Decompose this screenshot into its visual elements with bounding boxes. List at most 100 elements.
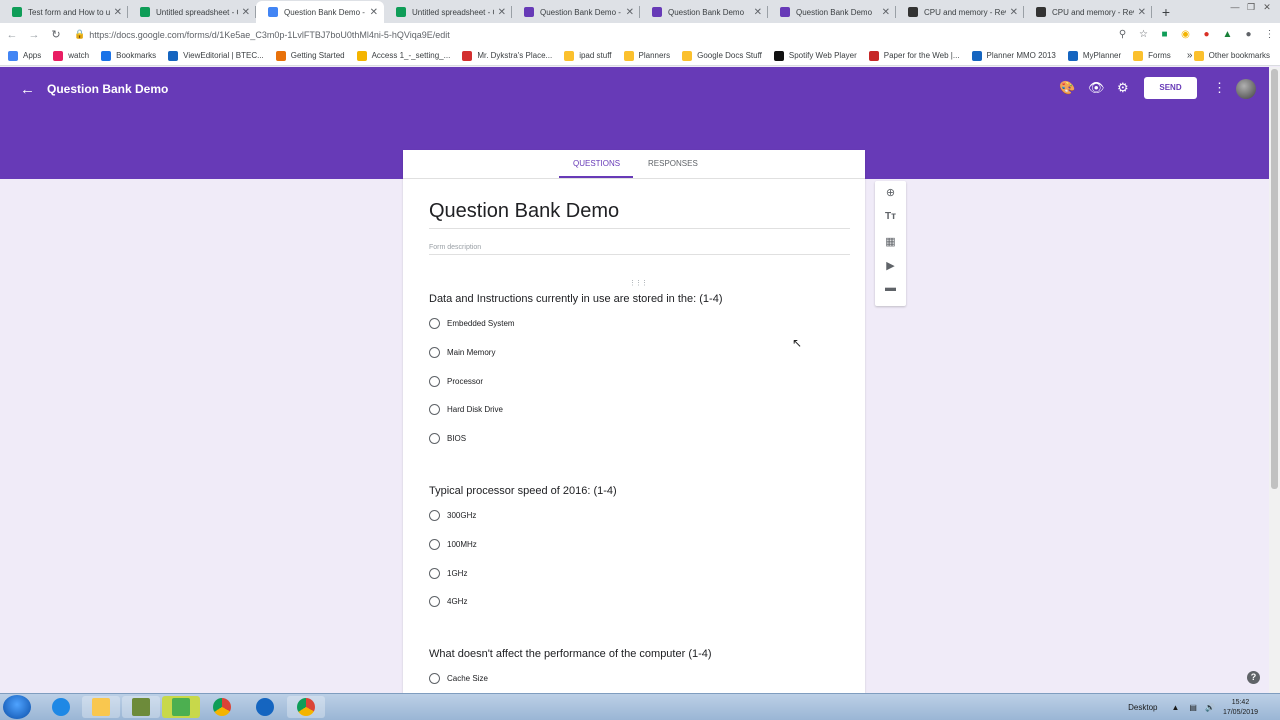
tab-close-icon[interactable]: ✕ xyxy=(754,7,762,18)
tab-responses[interactable]: RESPONSES xyxy=(648,159,698,168)
browser-tab[interactable]: Test form and How to u ✕ xyxy=(0,1,128,23)
form-description-input[interactable]: Form description xyxy=(429,244,481,251)
bookmark-item[interactable]: Paper for the Web |... xyxy=(868,50,960,61)
minimize-icon[interactable]: — xyxy=(1228,1,1242,13)
bookmark-item[interactable]: Access 1_-_setting_... xyxy=(356,50,450,61)
forward-nav-icon[interactable]: → xyxy=(24,29,44,41)
settings-gear-icon[interactable]: ⚙ xyxy=(1117,80,1129,96)
tab-close-icon[interactable]: ✕ xyxy=(242,7,250,18)
close-window-icon[interactable]: ✕ xyxy=(1260,1,1274,13)
question-text[interactable]: Typical processor speed of 2016: (1-4) xyxy=(429,485,617,497)
taskbar-explorer-icon[interactable] xyxy=(82,696,120,718)
radio-option[interactable]: BIOS xyxy=(429,433,466,445)
browser-tab[interactable]: Untitled spreadsheet - G ✕ xyxy=(128,1,256,23)
network-icon[interactable]: ▤ xyxy=(1189,703,1197,712)
radio-option[interactable]: 4GHz xyxy=(429,596,467,608)
back-nav-icon[interactable]: ← xyxy=(2,29,22,41)
radio-option[interactable]: Embedded System xyxy=(429,318,515,329)
profile-icon[interactable]: ● xyxy=(1238,29,1259,40)
extension-chrome-icon[interactable]: ◉ xyxy=(1175,29,1196,40)
back-arrow-icon[interactable]: ← xyxy=(20,81,35,98)
tray-expand-icon[interactable]: ▲ xyxy=(1172,703,1180,712)
radio-button-icon[interactable] xyxy=(429,673,440,684)
question-text[interactable]: What doesn't affect the performance of t… xyxy=(429,648,712,660)
extension-red-icon[interactable]: ● xyxy=(1196,29,1217,40)
browser-tab[interactable]: Question Bank Demo ✕ xyxy=(640,1,768,23)
tab-close-icon[interactable]: ✕ xyxy=(626,7,634,18)
radio-button-icon[interactable] xyxy=(429,567,440,579)
radio-button-icon[interactable] xyxy=(429,510,440,521)
taskbar-chrome-active-icon[interactable] xyxy=(287,696,325,718)
radio-button-icon[interactable] xyxy=(429,346,440,358)
browser-tab[interactable]: Question Bank Demo - G ✕ xyxy=(256,1,384,23)
clock[interactable]: 15:42 17/05/2019 xyxy=(1223,698,1258,718)
tab-close-icon[interactable]: ✕ xyxy=(114,7,122,18)
bookmarks-more-icon[interactable]: » xyxy=(1187,50,1193,61)
taskbar-app-icon[interactable] xyxy=(122,696,160,718)
taskbar-ie-icon[interactable] xyxy=(42,696,80,718)
page-scrollbar[interactable] xyxy=(1269,67,1280,693)
taskbar-green-app-icon[interactable] xyxy=(162,696,200,718)
bookmark-item[interactable]: Planners xyxy=(623,50,670,61)
radio-button-icon[interactable] xyxy=(429,538,440,550)
bookmark-item[interactable]: watch xyxy=(53,50,89,61)
add-video-icon[interactable]: ▶ xyxy=(875,259,906,272)
bookmark-item[interactable]: Planner MMO 2013 xyxy=(971,50,1056,61)
restore-icon[interactable]: ❐ xyxy=(1244,1,1258,13)
reload-icon[interactable]: ↻ xyxy=(46,28,66,41)
tab-close-icon[interactable]: ✕ xyxy=(1010,7,1018,18)
add-image-icon[interactable]: ▦ xyxy=(875,235,906,248)
desktop-label[interactable]: Desktop xyxy=(1128,703,1157,712)
menu-icon[interactable]: ⋮ xyxy=(1259,29,1280,40)
bookmark-item[interactable]: Google Docs Stuff xyxy=(682,50,762,61)
tab-close-icon[interactable]: ✕ xyxy=(882,7,890,18)
question-text[interactable]: Data and Instructions currently in use a… xyxy=(429,293,722,305)
palette-icon[interactable]: 🎨 xyxy=(1059,80,1075,96)
radio-option[interactable]: Hard Disk Drive xyxy=(429,404,503,416)
drag-handle-icon[interactable]: ⋮⋮⋮ xyxy=(629,279,648,287)
radio-option[interactable]: 300GHz xyxy=(429,510,476,521)
bookmark-item[interactable]: ipad stuff xyxy=(564,50,612,61)
preview-eye-icon[interactable]: 👁 xyxy=(1088,80,1105,96)
tab-close-icon[interactable]: ✕ xyxy=(498,7,506,18)
bookmark-item[interactable]: ViewEditorial | BTEC... xyxy=(168,50,264,61)
send-button[interactable]: SEND xyxy=(1144,77,1197,99)
scrollbar-thumb[interactable] xyxy=(1271,69,1278,489)
zoom-icon[interactable]: ⚲ xyxy=(1112,29,1133,40)
volume-icon[interactable]: 🔊 xyxy=(1205,703,1215,712)
star-icon[interactable]: ☆ xyxy=(1133,29,1154,40)
add-question-icon[interactable]: ⊕ xyxy=(875,186,906,199)
help-icon[interactable]: ? xyxy=(1247,671,1260,684)
avatar[interactable] xyxy=(1236,79,1256,99)
tab-close-icon[interactable]: ✕ xyxy=(370,7,378,18)
add-section-icon[interactable]: ▬ xyxy=(875,282,906,294)
other-bookmarks[interactable]: Other bookmarks xyxy=(1193,50,1270,61)
tab-close-icon[interactable]: ✕ xyxy=(1138,7,1146,18)
radio-button-icon[interactable] xyxy=(429,318,440,329)
bookmark-item[interactable]: Spotify Web Player xyxy=(773,50,857,61)
tab-questions[interactable]: QUESTIONS xyxy=(573,159,620,168)
taskbar-malwarebytes-icon[interactable] xyxy=(246,696,284,718)
browser-tab[interactable]: CPU and memory - Revi ✕ xyxy=(1024,1,1152,23)
address-bar[interactable]: https://docs.google.com/forms/d/1Ke5ae_C… xyxy=(89,30,1112,40)
extension-green-icon[interactable]: ▲ xyxy=(1217,29,1238,40)
radio-button-icon[interactable] xyxy=(429,433,440,445)
radio-option[interactable]: Main Memory xyxy=(429,346,495,358)
more-vert-icon[interactable]: ⋮ xyxy=(1213,80,1226,96)
taskbar-chrome-icon[interactable] xyxy=(203,696,241,718)
form-title[interactable]: Question Bank Demo xyxy=(429,200,619,223)
radio-option[interactable]: Cache Size xyxy=(429,673,488,684)
extension-sheets-icon[interactable]: ■ xyxy=(1154,29,1175,40)
radio-option[interactable]: Processor xyxy=(429,375,483,387)
new-tab-button[interactable]: + xyxy=(1152,1,1180,23)
bookmark-item[interactable]: Getting Started xyxy=(275,50,345,61)
bookmark-item[interactable]: Forms xyxy=(1133,50,1171,61)
radio-button-icon[interactable] xyxy=(429,596,440,608)
start-button[interactable] xyxy=(3,695,31,719)
radio-button-icon[interactable] xyxy=(429,404,440,416)
radio-button-icon[interactable] xyxy=(429,375,440,387)
radio-option[interactable]: 1GHz xyxy=(429,567,467,579)
browser-tab[interactable]: Question Bank Demo ✕ xyxy=(768,1,896,23)
bookmark-item[interactable]: MyPlanner xyxy=(1067,50,1121,61)
bookmark-item[interactable]: Mr. Dykstra's Place... xyxy=(462,50,552,61)
